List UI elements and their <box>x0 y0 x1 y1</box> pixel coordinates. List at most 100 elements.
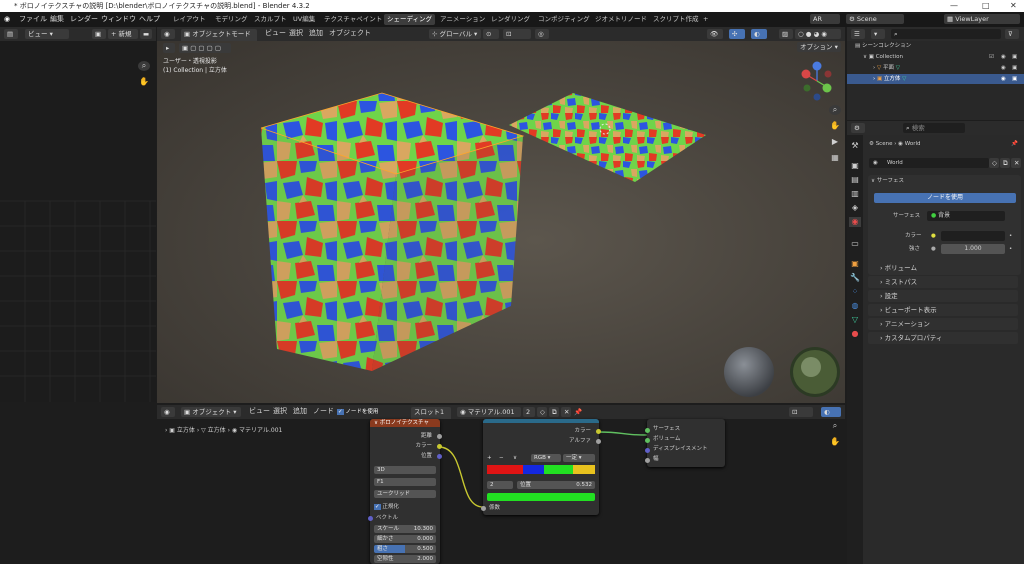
node-editor-canvas[interactable]: › ▣ 立方体 › ▽ 立方体 › ◉ マテリアル.001 ⌕ ✋ ∨ ボロノイ… <box>157 419 845 564</box>
scene-selector[interactable]: ⚙ Scene <box>846 14 904 24</box>
ramp-index-field[interactable]: 2 <box>487 481 513 489</box>
image-browse-icon[interactable]: ▣ <box>92 29 106 39</box>
strength-socket-icon[interactable]: ● <box>931 245 936 253</box>
transform-orientation[interactable]: ⊹ グローバル ▾ <box>429 29 481 39</box>
properties-editor-icon[interactable]: ⚙ <box>851 123 865 133</box>
cube-eye-icon[interactable]: ◉ <box>1001 75 1006 83</box>
visibility-icon[interactable]: 👁 <box>707 29 723 39</box>
world-shield-icon[interactable]: ◇ <box>989 158 999 168</box>
voronoi-roughness-field[interactable]: 粗さ 0.500 <box>374 545 436 553</box>
hand-pan-icon[interactable]: ✋ <box>138 77 150 87</box>
tab-sculpt[interactable]: スカルプト <box>251 14 290 25</box>
vp-menu-select[interactable]: 選択 <box>289 26 303 41</box>
use-nodes-button[interactable]: ノードを使用 <box>874 193 1016 203</box>
voronoi-position-socket[interactable] <box>437 454 442 459</box>
viewlayer-selector[interactable]: ▦ ViewLayer <box>944 14 1020 24</box>
pivot-icon[interactable]: ⊙ <box>483 29 499 39</box>
plane-eye-icon[interactable]: ◉ <box>1001 64 1006 72</box>
modifier-tab-icon[interactable]: 🔧 <box>849 273 861 283</box>
voronoi-node-header[interactable]: ∨ ボロノイテクスチャ <box>370 419 440 427</box>
ramp-fac-socket[interactable] <box>481 506 486 511</box>
material-pin-icon[interactable]: 📌 <box>571 407 582 417</box>
scene-collection-row[interactable]: ▤ シーンコレクション <box>855 42 911 50</box>
tab-animation[interactable]: アニメーション <box>437 14 488 25</box>
menu-file[interactable]: ファイル <box>19 12 47 27</box>
outliner-editor-icon[interactable]: ☰ <box>851 29 865 39</box>
voronoi-feature-select[interactable]: F1 <box>374 478 436 486</box>
outliner-search-input[interactable]: ⌕ <box>891 29 1001 39</box>
ramp-remove-stop-icon[interactable]: − <box>499 454 507 462</box>
zoom-icon[interactable]: ⌕ <box>138 61 150 71</box>
ramp-menu-icon[interactable]: ∨ <box>513 454 521 462</box>
outliner-item-cube[interactable]: › ▣ 立方体 ▽ <box>873 75 906 83</box>
image-editor-canvas[interactable]: ⌕ ✋ <box>0 41 156 402</box>
proportional-icon[interactable]: ◎ <box>535 29 549 39</box>
scene-tab-icon[interactable]: ◈ <box>849 203 861 213</box>
ar-selector[interactable]: AR <box>810 14 840 24</box>
material-shield-icon[interactable]: ◇ <box>537 407 547 417</box>
ortho-toggle-icon[interactable]: ▦ <box>829 153 841 163</box>
strength-keyframe-icon[interactable]: • <box>1009 245 1012 253</box>
tab-shading[interactable]: シェーディング <box>384 14 436 25</box>
output-surface-socket[interactable] <box>645 428 650 433</box>
add-workspace-button[interactable]: + <box>700 14 711 25</box>
maximize-icon[interactable]: □ <box>982 0 990 12</box>
xray-icon[interactable]: ▨ <box>779 29 793 39</box>
pin-icon[interactable]: 📌 <box>1011 140 1018 148</box>
node-menu-select[interactable]: 選択 <box>273 404 287 419</box>
collection-camera-icon[interactable]: ▣ <box>1012 53 1017 61</box>
voronoi-lacunarity-field[interactable]: 空隙性 2.000 <box>374 555 436 563</box>
tab-uv[interactable]: UV編集 <box>290 14 318 25</box>
ramp-mode-select[interactable]: RGB ▾ <box>531 454 561 462</box>
cube-camera-icon[interactable]: ▣ <box>1012 75 1017 83</box>
material-unlink-icon[interactable]: ✕ <box>561 407 571 417</box>
physics-tab-icon[interactable]: ◍ <box>849 301 861 311</box>
node-menu-add[interactable]: 追加 <box>293 404 307 419</box>
outliner-funnel-icon[interactable]: ⊽ <box>1005 29 1019 39</box>
output-displacement-socket[interactable] <box>645 448 650 453</box>
voronoi-detail-field[interactable]: 細かさ 0.000 <box>374 535 436 543</box>
section-animation[interactable]: › アニメーション <box>868 318 1018 330</box>
viewport-canvas[interactable]: ▸ ▣ ▢ ▢ ▢ ▢ オプション ▾ ユーザー・透視投影 (1) Collec… <box>157 41 845 403</box>
section-volume[interactable]: › ボリューム <box>868 262 1018 274</box>
navigation-gizmo[interactable] <box>801 61 832 101</box>
vp-pan-icon[interactable]: ✋ <box>829 121 841 131</box>
material-users[interactable]: 2 <box>523 407 535 417</box>
ramp-interp-select[interactable]: 一定 ▾ <box>563 454 595 462</box>
outliner-filter-icon[interactable]: ▾ <box>871 29 885 39</box>
vp-menu-add[interactable]: 追加 <box>309 26 323 41</box>
strength-field[interactable]: 1.000 <box>941 244 1005 254</box>
voronoi-dims-select[interactable]: 3D <box>374 466 436 474</box>
left-view-menu[interactable]: ビュー ▾ <box>25 29 69 39</box>
blender-logo-icon[interactable]: ◉ <box>4 12 10 27</box>
material-copy-icon[interactable]: ⧉ <box>549 407 559 417</box>
color-ramp-gradient[interactable] <box>487 465 595 474</box>
tab-compositing[interactable]: コンポジティング <box>535 14 593 25</box>
collection-row[interactable]: ∨ ▣ Collection <box>863 53 903 61</box>
collection-check-icon[interactable]: ☑ <box>989 53 994 61</box>
ramp-position-field[interactable]: 位置 0.532 <box>517 481 595 489</box>
voronoi-normalize-checkbox[interactable]: ✓ 正規化 <box>374 503 399 511</box>
outliner-item-plane[interactable]: › ▽ 平面 ▽ <box>873 64 900 72</box>
node-object-selector[interactable]: ▣ オブジェクト ▾ <box>181 407 241 417</box>
color-field[interactable] <box>941 231 1005 241</box>
snap-icon[interactable]: ⊡ <box>503 29 531 39</box>
object-tab-icon[interactable]: ▣ <box>849 259 861 269</box>
tool-tab-icon[interactable]: ⚒ <box>849 141 861 151</box>
tab-modeling[interactable]: モデリング <box>212 14 251 25</box>
material-tab-icon[interactable]: ● <box>849 329 861 339</box>
particles-tab-icon[interactable]: ⁘ <box>849 287 861 297</box>
color-ramp-header[interactable] <box>483 419 599 423</box>
tab-scripting[interactable]: スクリプト作成 <box>650 14 702 25</box>
vp-menu-view[interactable]: ビュー <box>265 26 286 41</box>
vp-menu-object[interactable]: オブジェクト <box>329 26 371 41</box>
menu-render[interactable]: レンダー <box>70 12 98 27</box>
collection-eye-icon[interactable]: ◉ <box>1001 53 1006 61</box>
world-tab-icon[interactable]: ◉ <box>849 217 861 227</box>
material-output-node[interactable]: サーフェス ボリューム ディスプレイスメント 幅 <box>645 419 725 467</box>
gizmo-icon[interactable]: ✣ <box>729 29 745 39</box>
plane-object[interactable] <box>509 93 706 182</box>
material-selector[interactable]: ◉ マテリアル.001 <box>457 407 521 417</box>
output-volume-socket[interactable] <box>645 438 650 443</box>
menu-window[interactable]: ウィンドウ <box>101 12 136 27</box>
